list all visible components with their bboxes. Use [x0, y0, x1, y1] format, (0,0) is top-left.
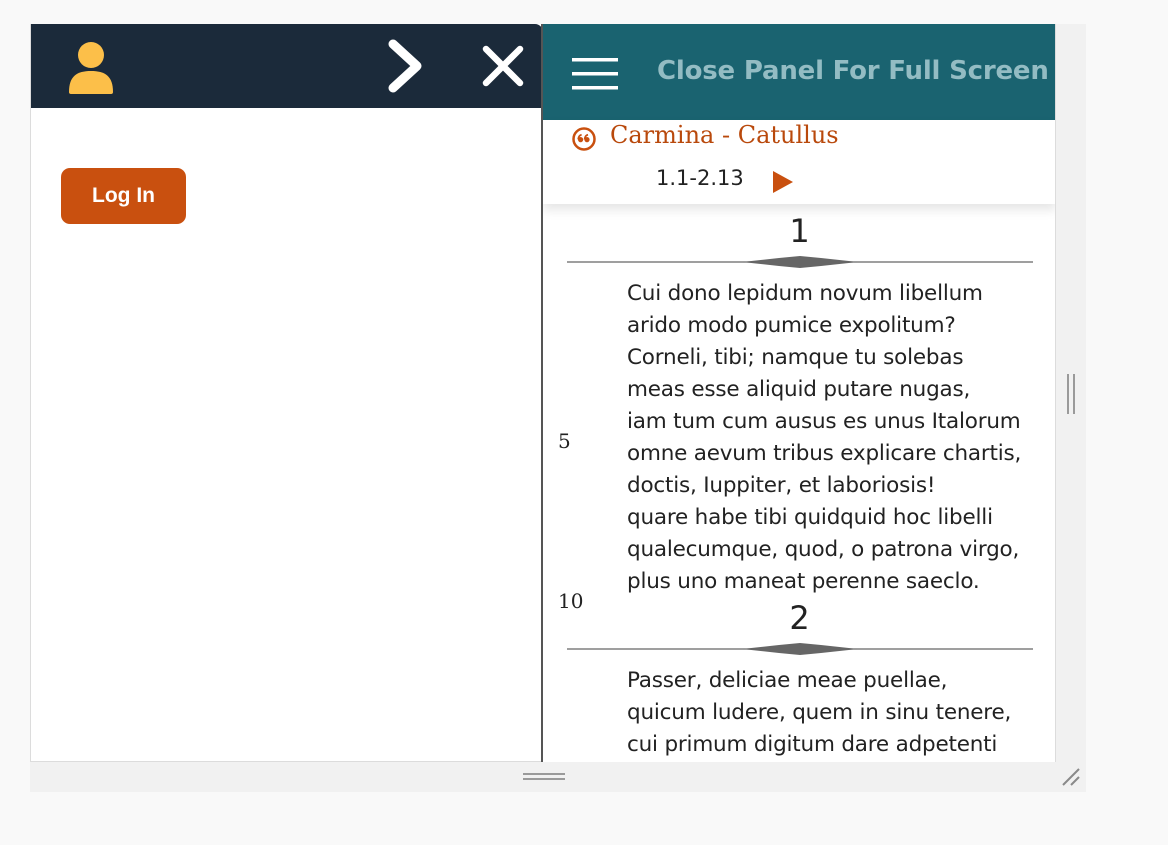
verse-line: doctis, Iuppiter, et laboriosis!: [627, 473, 936, 498]
verse-line: plus uno maneat perenne saeclo.: [627, 569, 980, 594]
verse-line: Corneli, tibi; namque tu solebas: [627, 345, 964, 370]
verse-line: omne aevum tribus explicare chartis,: [627, 441, 1022, 466]
close-icon[interactable]: [481, 44, 525, 88]
verse-line: quare habe tibi quidquid hoc libelli: [627, 505, 993, 530]
ornament-divider: [567, 256, 1033, 268]
poem-text-area[interactable]: 1 5 10 Cui dono lepidum novum libellum a…: [543, 204, 1055, 762]
left-panel-header: [31, 24, 543, 108]
verse-line: cui primum digitum dare adpetenti: [627, 732, 998, 757]
ornament-divider: [567, 643, 1033, 655]
left-panel: Log In: [30, 24, 543, 762]
chevron-right-icon[interactable]: [383, 38, 427, 94]
verse-line: quicum ludere, quem in sinu tenere,: [627, 700, 1012, 725]
login-button[interactable]: Log In: [61, 168, 186, 224]
work-title[interactable]: Carmina - Catullus: [610, 121, 839, 149]
line-number: 5: [558, 429, 571, 453]
close-panel-button[interactable]: Close Panel For Full Screen: [657, 56, 1049, 86]
reader-panel: Close Panel For Full Screen Carmina - Ca…: [543, 24, 1056, 762]
poem-number: 2: [789, 599, 810, 637]
play-icon[interactable]: [772, 170, 794, 194]
vertical-resize-handle[interactable]: [1066, 374, 1076, 414]
verse-line: meas esse aliquid putare nugas,: [627, 377, 971, 402]
verse-line: Passer, deliciae meae puellae,: [627, 668, 948, 693]
verse-line: Cui dono lepidum novum libellum: [627, 281, 983, 306]
passage-range: 1.1-2.13: [656, 166, 744, 190]
verse-line: iam tum cum ausus es unus Italorum: [627, 409, 1021, 434]
verse-line: arido modo pumice expolitum?: [627, 313, 956, 338]
quote-icon: [572, 127, 596, 151]
verse-line: qualecumque, quod, o patrona virgo,: [627, 537, 1020, 562]
user-icon[interactable]: [67, 40, 115, 94]
resize-grip-icon[interactable]: [1060, 766, 1082, 788]
horizontal-resize-handle[interactable]: [523, 772, 565, 782]
reader-header: Close Panel For Full Screen: [543, 24, 1055, 120]
poem-number: 1: [789, 212, 810, 250]
hamburger-icon[interactable]: [572, 58, 618, 90]
